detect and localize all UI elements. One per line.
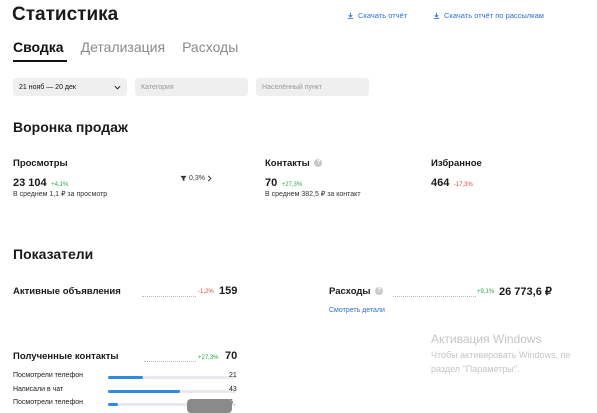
download-mailing-report-label: Скачать отчёт по рассылкам: [444, 11, 544, 20]
contact-row-bar: [108, 403, 119, 406]
views-change: +4,1%: [51, 182, 69, 188]
tooltip: [187, 399, 232, 413]
contacts-label-wrap: Контакты ?: [265, 158, 323, 169]
chevron-right-icon: [207, 175, 212, 182]
tabs: Сводка Детализация Расходы: [13, 39, 238, 55]
views-metric: 23 104 +4,1%: [13, 173, 68, 191]
favorites-value: 464: [431, 177, 450, 189]
contact-row-bar: [108, 390, 180, 393]
download-icon: [347, 12, 354, 19]
favorites-metric: 464 -17,3%: [431, 173, 473, 191]
filter-funnel-icon: [180, 175, 187, 182]
contacts-value: 70: [265, 177, 278, 189]
expenses-details-link[interactable]: Смотреть детали: [329, 307, 385, 314]
watermark-title: Активация Windows: [431, 332, 542, 346]
contacts-change: +27,3%: [281, 182, 303, 188]
download-report-link[interactable]: Скачать отчёт: [347, 11, 407, 20]
contact-row-label: Посмотрели телефон: [13, 399, 83, 406]
watermark-line: Чтобы активировать Windows, пе: [431, 350, 571, 360]
tab-summary[interactable]: Сводка: [13, 39, 64, 55]
category-select[interactable]: Категория: [135, 78, 248, 96]
funnel-heading: Воронка продаж: [13, 119, 128, 135]
chevron-down-icon: [114, 85, 121, 90]
active-ads-change: -1,2%: [198, 289, 214, 295]
contacts-metric: 70 +27,3%: [265, 173, 302, 191]
info-icon[interactable]: ?: [375, 287, 384, 296]
category-placeholder: Категория: [141, 83, 174, 91]
active-ads-label: Активные объявления: [13, 286, 121, 297]
views-value: 23 104: [13, 177, 47, 189]
city-select[interactable]: Населённый пункт: [256, 78, 369, 96]
views-label: Просмотры: [13, 158, 68, 169]
expenses-change: +9,1%: [477, 289, 495, 295]
leader-dots: [142, 296, 196, 297]
download-icon: [433, 12, 440, 19]
conversion-link[interactable]: 0,3%: [180, 175, 212, 182]
received-contacts-value: 70: [225, 350, 238, 362]
contact-row-label: Посмотрели телефон: [13, 372, 83, 379]
received-contacts-change: +27,3%: [198, 355, 219, 361]
expenses-label: Расходы: [329, 286, 371, 297]
active-tab-indicator: [13, 60, 67, 62]
received-contacts-label: Полученные контакты: [13, 351, 119, 362]
tab-details[interactable]: Детализация: [81, 39, 165, 55]
watermark-line: раздел "Параметры".: [431, 364, 520, 374]
conversion-value: 0,3%: [189, 175, 205, 182]
views-average: В среднем 1,1 ₽ за просмотр: [13, 191, 108, 198]
download-mailing-report-link[interactable]: Скачать отчёт по рассылкам: [433, 11, 544, 20]
date-range-select[interactable]: 21 нояб — 20 дек: [13, 78, 127, 96]
tab-expenses[interactable]: Расходы: [182, 39, 238, 55]
expenses-value: 26 773,6 ₽: [499, 286, 552, 298]
contact-row-bar: [108, 376, 144, 379]
date-range-value: 21 нояб — 20 дек: [19, 83, 76, 91]
contact-row-value: 43: [229, 386, 237, 393]
contacts-label: Контакты: [265, 158, 310, 169]
expenses-label-wrap: Расходы ?: [329, 286, 384, 297]
info-icon[interactable]: ?: [314, 159, 323, 168]
favorites-change: -17,3%: [453, 182, 473, 188]
leader-dots: [393, 296, 476, 297]
download-report-label: Скачать отчёт: [358, 11, 408, 20]
contacts-average: В среднем 382,5 ₽ за контакт: [265, 191, 361, 198]
contact-row-label: Написали в чат: [13, 386, 64, 393]
city-placeholder: Населённый пункт: [262, 83, 323, 91]
active-ads-value: 159: [219, 285, 238, 297]
indicators-heading: Показатели: [13, 246, 94, 262]
favorites-label: Избранное: [431, 158, 482, 169]
contact-row-bar-track: [108, 376, 236, 379]
page-title: Статистика: [12, 4, 119, 25]
contact-row-bar-track: [108, 390, 236, 393]
leader-dots: [144, 361, 196, 362]
contact-row-value: 21: [229, 372, 237, 379]
